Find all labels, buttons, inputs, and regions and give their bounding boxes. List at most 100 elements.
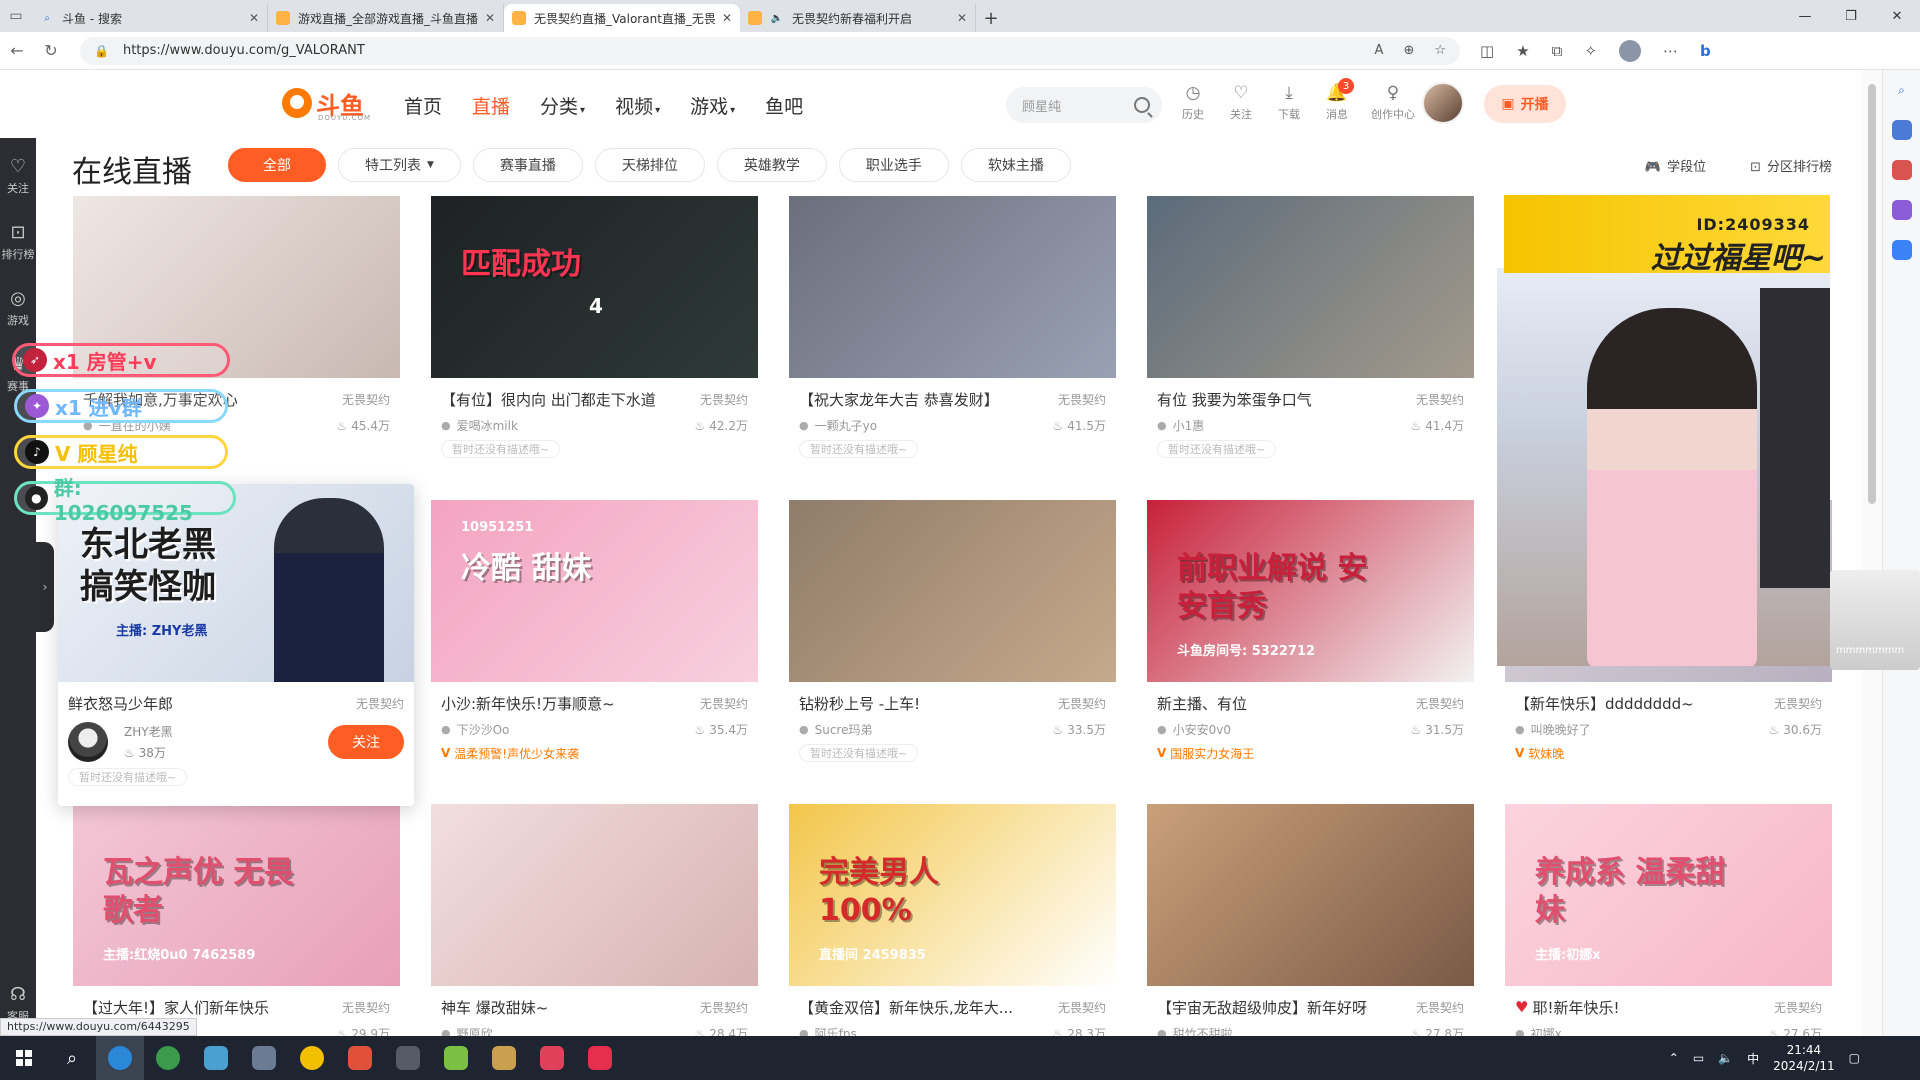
taskbar-app-icon[interactable] <box>528 1036 576 1080</box>
message-button[interactable]: 🔔 3 消息 <box>1320 78 1354 122</box>
chip-cute-streamer[interactable]: 软妹主播 <box>960 148 1071 182</box>
chip-pro[interactable]: 职业选手 <box>838 148 949 182</box>
host-name[interactable]: 叫晚晚好了 <box>1531 721 1769 738</box>
stream-tag[interactable]: 软妹晚 <box>1528 745 1564 762</box>
address-bar[interactable]: 🔒 https://www.douyu.com/g_VALORANT A ⊕ ☆ <box>80 36 1460 65</box>
stream-category[interactable]: 无畏契约 <box>1774 695 1822 712</box>
notification-icon[interactable]: ▢ <box>1849 1051 1860 1065</box>
extension-icon[interactable]: ✧ <box>1584 42 1597 60</box>
learn-rank-link[interactable]: 🎮 学段位 <box>1645 156 1706 175</box>
read-aloud-icon[interactable]: A <box>1375 43 1384 58</box>
back-icon[interactable]: ← <box>0 41 34 60</box>
games-icon[interactable] <box>1891 200 1912 220</box>
stream-thumbnail[interactable]: 瓦之声优 无畏歌者 主播:红烧0u0 7462589 <box>73 804 400 986</box>
browser-tab[interactable]: ⌕ 斗鱼 - 搜索 ✕ <box>32 4 268 32</box>
stream-title[interactable]: 钻粉秒上号 -上车! <box>799 693 1050 714</box>
stream-thumbnail[interactable]: 冷酷 甜妹 10951251 <box>431 500 758 682</box>
collections-icon[interactable]: ⧉ <box>1552 42 1563 60</box>
follow-button[interactable]: 关注 <box>328 725 404 759</box>
stream-thumbnail[interactable] <box>789 196 1116 378</box>
new-tab-button[interactable]: + <box>976 4 1006 32</box>
taskbar-app-icon[interactable] <box>240 1036 288 1080</box>
sidebar-item-follow[interactable]: ♡ 关注 <box>0 156 36 196</box>
stream-category[interactable]: 无畏契约 <box>700 391 748 408</box>
stream-title[interactable]: 【新年快乐】dddddddd~ <box>1515 693 1766 714</box>
restore-icon[interactable]: ❐ <box>1828 0 1874 32</box>
sidebar-item-game[interactable]: ◎ 游戏 <box>0 288 36 328</box>
stream-card[interactable]: 匹配成功 4 【有位】很内向 出门都走下水道 无畏契约 ● 爱喝冰milk ♨ 42.2万 暂时… <box>431 196 758 486</box>
nav-fishbar[interactable]: 鱼吧 <box>765 92 803 119</box>
stream-title[interactable]: 新主播、有位 <box>1157 693 1408 714</box>
nav-home[interactable]: 首页 <box>404 92 442 119</box>
stream-title[interactable]: 有位 我要为笨蛋争口气 <box>1157 389 1408 410</box>
favorite-star-icon[interactable]: ☆ <box>1434 43 1446 58</box>
creator-center-button[interactable]: ♀ 创作中心 <box>1368 82 1418 122</box>
tab-actions-icon[interactable]: ▭ <box>0 0 32 32</box>
nav-video[interactable]: 视频 ▾ <box>615 92 660 119</box>
stream-thumbnail[interactable] <box>1147 804 1474 986</box>
taskbar-app-icon[interactable] <box>96 1036 144 1080</box>
browser-tab[interactable]: 🔈 无畏契约新春福利开启 ✕ <box>740 4 976 32</box>
favorites-icon[interactable]: ★ <box>1516 42 1529 60</box>
close-icon[interactable]: ✕ <box>249 11 259 25</box>
search-icon[interactable] <box>1134 97 1150 113</box>
stream-thumbnail[interactable]: 完美男人 100% 直播间 2459835 <box>789 804 1116 986</box>
browser-tab[interactable]: 游戏直播_全部游戏直播_斗鱼直播 ✕ <box>268 4 504 32</box>
office-icon[interactable] <box>1891 240 1912 260</box>
stream-title[interactable]: 耶!新年快乐! <box>1532 997 1766 1018</box>
taskbar-app-icon[interactable] <box>144 1036 192 1080</box>
chip-agents[interactable]: 特工列表 ▼ <box>338 148 461 182</box>
host-avatar[interactable] <box>68 722 108 762</box>
stream-tag[interactable]: 温柔预警!声优少女来袭 <box>454 745 579 762</box>
taskbar-app-icon[interactable] <box>432 1036 480 1080</box>
download-button[interactable]: ⤓ 下载 <box>1272 82 1306 122</box>
close-icon[interactable]: ✕ <box>485 11 495 25</box>
stream-title[interactable]: 鲜衣怒马少年郎 <box>68 693 348 714</box>
search-icon[interactable]: ⌕ <box>1892 80 1912 100</box>
browser-tab-active[interactable]: 无畏契约直播_Valorant直播_无畏契 ✕ <box>504 4 740 32</box>
speaker-icon[interactable]: 🔈 <box>770 11 784 25</box>
chip-all[interactable]: 全部 <box>228 148 326 182</box>
stream-category[interactable]: 无畏契约 <box>1416 391 1464 408</box>
ime-indicator[interactable]: 中 <box>1747 1050 1759 1067</box>
chip-ranked[interactable]: 天梯排位 <box>594 148 705 182</box>
taskbar-app-icon[interactable] <box>480 1036 528 1080</box>
network-icon[interactable]: ▭ <box>1693 1051 1704 1065</box>
taskbar-app-icon[interactable] <box>192 1036 240 1080</box>
close-icon[interactable]: ✕ <box>957 11 967 25</box>
stream-category[interactable]: 无畏契约 <box>700 999 748 1016</box>
host-name[interactable]: 下沙沙Oo <box>457 721 695 738</box>
stream-title[interactable]: 【有位】很内向 出门都走下水道 <box>441 389 692 410</box>
stream-tag[interactable]: 国服实力女海王 <box>1170 745 1254 762</box>
host-name[interactable]: 一颗丸子yo <box>815 417 1053 434</box>
host-name[interactable]: 爱喝冰milk <box>457 417 695 434</box>
taskbar-search[interactable]: ⌕ <box>48 1036 96 1080</box>
zone-rank-link[interactable]: ⊡ 分区排行榜 <box>1750 156 1832 175</box>
stream-thumbnail[interactable]: 匹配成功 4 <box>431 196 758 378</box>
stream-thumbnail[interactable]: 前职业解说 安安首秀 斗鱼房间号: 5322712 <box>1147 500 1474 682</box>
nav-live[interactable]: 直播 <box>472 92 510 119</box>
stream-category[interactable]: 无畏契约 <box>1058 695 1106 712</box>
host-name[interactable]: ZHY老黑 <box>124 723 173 740</box>
start-button[interactable] <box>0 1050 48 1066</box>
bing-icon[interactable]: b <box>1700 42 1711 60</box>
stream-category[interactable]: 无畏契约 <box>1058 391 1106 408</box>
start-live-button[interactable]: ▣ 开播 <box>1484 85 1566 123</box>
stream-title[interactable]: 【过大年!】家人们新年快乐 <box>83 997 334 1018</box>
stream-thumbnail[interactable] <box>431 804 758 986</box>
taskbar-app-icon[interactable] <box>336 1036 384 1080</box>
follow-tool-button[interactable]: ♡ 关注 <box>1224 82 1258 122</box>
taskbar-app-icon[interactable] <box>576 1036 624 1080</box>
host-name[interactable]: 小安安0v0 <box>1173 721 1411 738</box>
stream-thumbnail[interactable] <box>1147 196 1474 378</box>
stream-title[interactable]: 小沙:新年快乐!万事顺意~ <box>441 693 692 714</box>
douyu-logo[interactable]: 斗鱼 DOUYU.COM <box>282 84 370 122</box>
host-name[interactable]: Sucre玛弟 <box>815 721 1053 738</box>
search-input[interactable]: 顾星纯 <box>1006 87 1162 123</box>
stream-title[interactable]: 神车 爆改甜妹~ <box>441 997 692 1018</box>
profile-avatar[interactable] <box>1618 39 1641 62</box>
tag-icon[interactable] <box>1891 120 1912 140</box>
stream-category[interactable]: 无畏契约 <box>342 391 390 408</box>
host-name[interactable]: 小1惠 <box>1173 417 1411 434</box>
stream-title[interactable]: 【黄金双倍】新年快乐,龙年大... <box>799 997 1050 1018</box>
